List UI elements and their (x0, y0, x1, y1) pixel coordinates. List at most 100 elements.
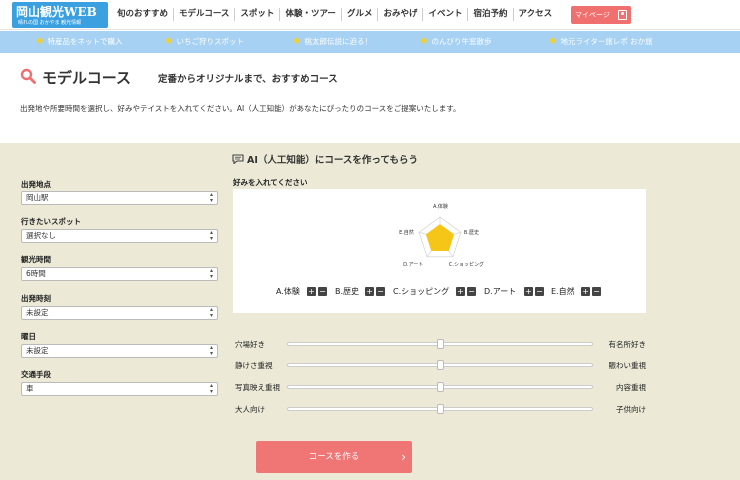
main-nav: 旬のおすすめ モデルコース スポット 体験・ツアー グルメ おみやげ イベント … (112, 8, 557, 21)
create-course-label: コースを作る (308, 452, 360, 462)
preference-controls: A.体験 + − B.歴史 + − C.ショッピング + − D.アート + −… (233, 284, 646, 298)
slider-left-label: 大人向け (235, 405, 265, 414)
updown-icon: ▴ ▾ (209, 344, 213, 357)
nature-minus-button[interactable]: − (592, 287, 601, 296)
sun-icon: ✺ (293, 37, 301, 47)
spot-label: 行きたいスポット (21, 217, 81, 226)
updown-icon: ▴ ▾ (209, 306, 213, 319)
control-label-nature: E.自然 (551, 287, 575, 296)
user-icon (618, 10, 627, 20)
control-label-art: D.アート (484, 287, 517, 296)
sun-icon: ✺ (420, 37, 428, 47)
feature-link-label: 地元ライター旅レポ おか旅 (560, 37, 653, 46)
start-time-value: 未設定 (26, 308, 49, 317)
radar-axis-label: C.ショッピング (448, 261, 485, 268)
feature-bar: ✺ 特産品をネットで購入 ✺ いちご狩りスポット ✺ 桃太郎伝説に迫る！ ✺ のんびり牛… (0, 31, 740, 53)
art-minus-button[interactable]: − (535, 287, 544, 296)
preference-radar-box: A.体験 B.歴史 C.ショッピング D.アート E.自然 A.体験 + − B… (233, 189, 646, 313)
history-plus-button[interactable]: + (365, 287, 374, 296)
feature-link-label: 桃太郎伝説に迫る！ (304, 37, 373, 46)
slider-thumb[interactable] (437, 382, 444, 392)
page-title: モデルコース (42, 69, 131, 87)
sun-icon: ✺ (36, 37, 44, 47)
updown-icon: ▴ ▾ (209, 382, 213, 395)
site-header: 岡山観光WEB 晴れの国 おかやま 観光情報 旬のおすすめ モデルコース スポッ… (0, 0, 740, 30)
logo-tagline: 晴れの国 おかやま 観光情報 (18, 20, 82, 26)
start-time-label: 出発時刻 (21, 294, 51, 303)
art-plus-button[interactable]: + (524, 287, 533, 296)
experience-minus-button[interactable]: − (318, 287, 327, 296)
nav-item-hotel[interactable]: 宿泊予約 (467, 8, 512, 21)
nav-item-gourmet[interactable]: グルメ (340, 8, 378, 21)
departure-label: 出発地点 (21, 180, 51, 189)
radar-axis-label: E.自然 (399, 230, 414, 237)
slider-right-label: 内容重視 (616, 383, 646, 392)
transport-select[interactable]: 車 ▴ ▾ (21, 382, 218, 396)
quiet-vs-lively-slider[interactable] (287, 360, 593, 370)
slider-left-label: 静けさ重視 (235, 361, 273, 370)
slider-thumb[interactable] (437, 339, 444, 349)
nature-plus-button[interactable]: + (581, 287, 590, 296)
feature-link-label: 特産品をネットで購入 (47, 37, 123, 46)
nav-item-experience[interactable]: 体験・ツアー (279, 8, 341, 21)
control-label-history: B.歴史 (335, 287, 360, 296)
slider-left-label: 写真映え重視 (235, 383, 280, 392)
slider-right-label: 賑わい重視 (608, 361, 647, 370)
chevron-right-icon: › (401, 450, 406, 464)
hidden-vs-famous-slider[interactable] (287, 339, 593, 349)
feature-link-okatabi[interactable]: ✺ 地元ライター旅レポ おか旅 (549, 31, 653, 53)
feature-link-momotaro[interactable]: ✺ 桃太郎伝説に迫る！ (293, 31, 372, 53)
feature-link-label: のんびり牛窓散歩 (431, 37, 492, 46)
preference-label: 好みを入れてください (233, 178, 308, 187)
spot-select[interactable]: 選択なし ▴ ▾ (21, 229, 218, 243)
duration-label: 観光時間 (21, 255, 51, 264)
control-label-shopping: C.ショッピング (393, 287, 450, 296)
transport-value: 車 (26, 384, 34, 393)
slider-thumb[interactable] (437, 404, 444, 414)
start-time-select[interactable]: 未設定 ▴ ▾ (21, 306, 218, 320)
adult-vs-child-slider[interactable] (287, 404, 593, 414)
updown-icon: ▴ ▾ (209, 267, 213, 280)
sun-icon: ✺ (549, 37, 557, 47)
spot-value: 選択なし (26, 231, 56, 240)
radar-axis-label: A.体験 (433, 204, 448, 210)
nav-item-spots[interactable]: スポット (234, 8, 279, 21)
nav-item-souvenir[interactable]: おみやげ (377, 8, 422, 21)
transport-label: 交通手段 (21, 370, 51, 379)
experience-plus-button[interactable]: + (307, 287, 316, 296)
radar-axis-label: B.歴史 (463, 230, 479, 237)
weekday-select[interactable]: 未設定 ▴ ▾ (21, 344, 218, 358)
search-icon (20, 68, 36, 84)
feature-link-label: いちご狩りスポット (176, 37, 245, 46)
radar-axis-label: D.アート (403, 261, 424, 268)
mypage-label: マイページ (575, 11, 610, 19)
feature-link-ushimado[interactable]: ✺ のんびり牛窓散歩 (420, 31, 492, 53)
nav-item-event[interactable]: イベント (422, 8, 467, 21)
feature-link-specialty[interactable]: ✺ 特産品をネットで購入 (36, 31, 123, 53)
site-logo[interactable]: 岡山観光WEB 晴れの国 おかやま 観光情報 (12, 2, 108, 28)
create-course-button[interactable]: コースを作る › (256, 441, 412, 473)
weekday-label: 曜日 (21, 332, 36, 341)
duration-select[interactable]: 6時間 ▴ ▾ (21, 267, 218, 281)
lead-text: 出発地や所要時間を選択し、好みやテイストを入れてください。AI（人工知能）があな… (20, 104, 461, 113)
shopping-plus-button[interactable]: + (456, 287, 465, 296)
weekday-value: 未設定 (26, 346, 49, 355)
chat-icon (232, 154, 244, 164)
updown-icon: ▴ ▾ (209, 191, 213, 204)
feature-link-strawberry[interactable]: ✺ いちご狩りスポット (165, 31, 244, 53)
nav-item-access[interactable]: アクセス (512, 8, 558, 21)
slider-left-label: 穴場好き (235, 340, 265, 349)
shopping-minus-button[interactable]: − (467, 287, 476, 296)
duration-value: 6時間 (26, 269, 46, 278)
photo-vs-content-slider[interactable] (287, 382, 593, 392)
slider-right-label: 有名所好き (608, 340, 647, 349)
nav-item-model-course[interactable]: モデルコース (173, 8, 234, 21)
nav-item-seasonal[interactable]: 旬のおすすめ (112, 8, 173, 21)
departure-select[interactable]: 岡山駅 ▴ ▾ (21, 191, 218, 205)
sun-icon: ✺ (165, 37, 173, 47)
slider-thumb[interactable] (437, 360, 444, 370)
history-minus-button[interactable]: − (376, 287, 385, 296)
radar-value-area (425, 224, 455, 252)
mypage-button[interactable]: マイページ (571, 6, 631, 24)
slider-right-label: 子供向け (616, 405, 646, 414)
